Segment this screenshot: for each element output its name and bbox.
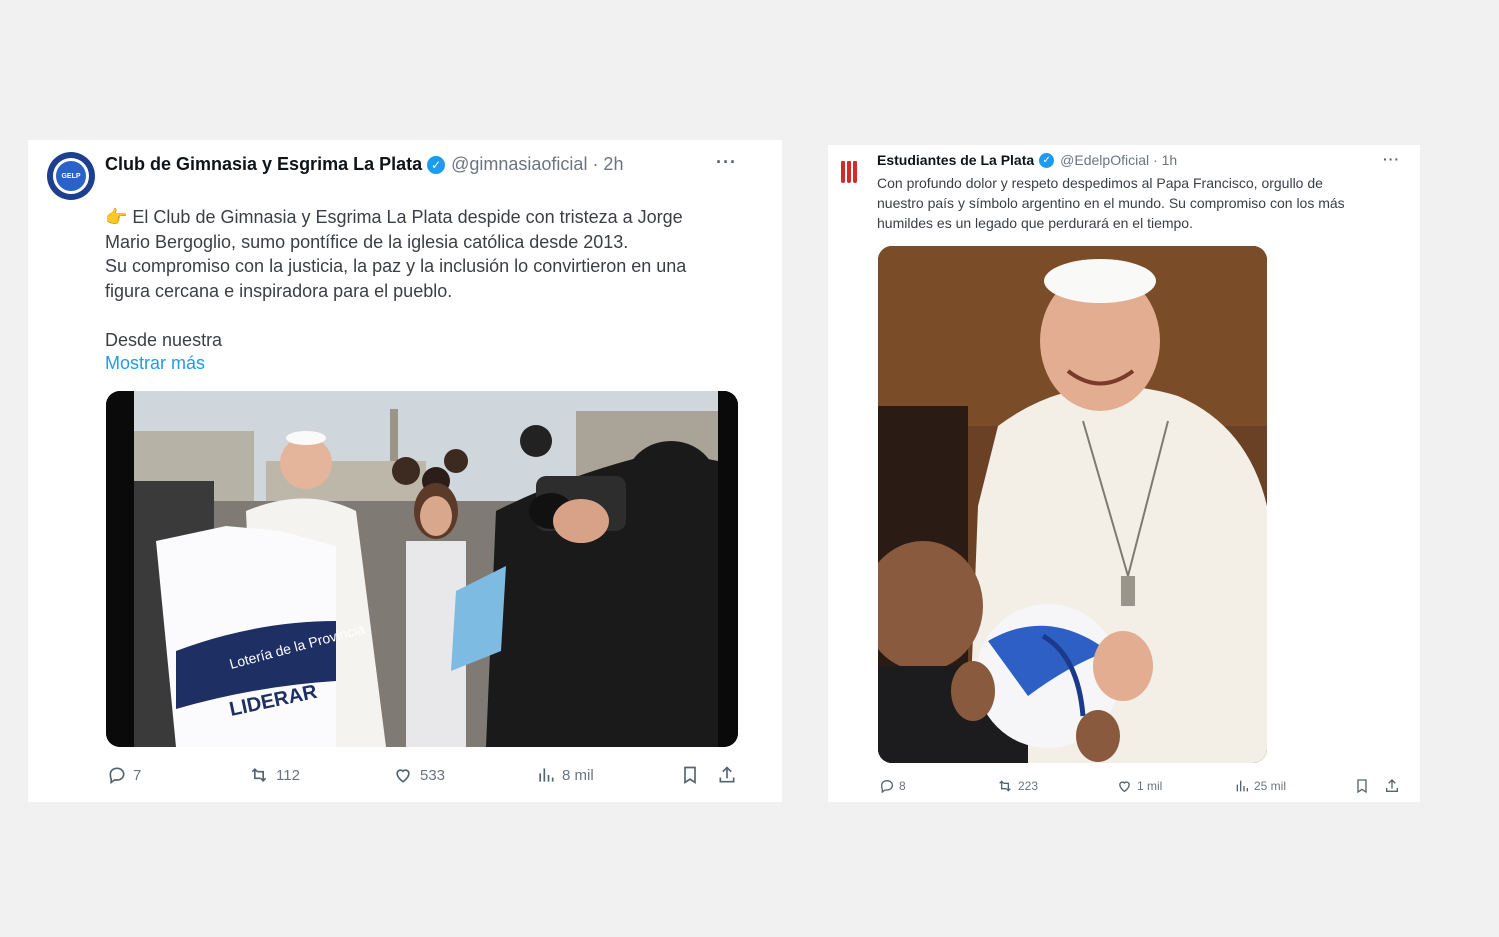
display-name[interactable]: Estudiantes de La Plata	[877, 152, 1034, 168]
verified-badge-icon: ✓	[1039, 152, 1055, 168]
handle[interactable]: @EdelpOficial	[1060, 152, 1149, 168]
bookmark-button[interactable]	[1354, 778, 1370, 794]
views-count: 25 mil	[1254, 779, 1287, 793]
club-avatar[interactable]: GELP	[47, 152, 95, 200]
timestamp[interactable]: · 1h	[1153, 152, 1177, 168]
pointing-hand-icon: 👉	[105, 207, 133, 227]
more-options-icon[interactable]: ···	[1383, 151, 1400, 167]
views-icon	[539, 768, 554, 782]
bookmark-icon	[684, 766, 696, 785]
retweet-count: 223	[1018, 779, 1039, 793]
tweet-text-paragraph-1: 👉 El Club de Gimnasia y Esgrima La Plata…	[105, 180, 683, 255]
tweet-image[interactable]: Lotería de la Provincia LIDERAR	[106, 391, 738, 747]
bookmark-button[interactable]	[680, 765, 700, 785]
reply-icon	[109, 767, 125, 785]
club-logo-stripe	[853, 161, 857, 183]
display-name[interactable]: Club de Gimnasia y Esgrima La Plata	[105, 154, 422, 175]
reply-count: 7	[133, 766, 142, 784]
retweet-button[interactable]: 112	[248, 765, 300, 785]
share-button[interactable]	[717, 765, 737, 785]
tweet-card-estudiantes[interactable]: Estudiantes de La Plata ✓ @EdelpOficial …	[828, 145, 1420, 802]
like-count: 533	[420, 766, 446, 784]
tweet-header: Club de Gimnasia y Esgrima La Plata ✓ @g…	[105, 154, 623, 175]
heart-icon	[1119, 781, 1130, 793]
share-icon	[1386, 779, 1398, 792]
verified-badge-icon: ✓	[427, 155, 446, 174]
like-button[interactable]: 533	[392, 765, 445, 785]
tweet-card-gimnasia[interactable]: GELP Club de Gimnasia y Esgrima La Plata…	[28, 140, 782, 802]
tweet-text-1: El Club de Gimnasia y Esgrima La Plata d…	[105, 207, 683, 252]
like-button[interactable]: 1 mil	[1116, 778, 1162, 794]
tweet-text: Con profundo dolor y respeto despedimos …	[877, 175, 1345, 231]
like-count: 1 mil	[1137, 779, 1163, 793]
club-logo-stripe	[847, 161, 851, 183]
retweet-icon	[999, 780, 1011, 792]
timestamp[interactable]: · 2h	[592, 154, 623, 175]
retweet-count: 112	[276, 766, 300, 784]
share-button[interactable]	[1384, 778, 1400, 794]
club-logo-icon: GELP	[53, 158, 89, 194]
show-more-link[interactable]: Mostrar más	[105, 353, 205, 374]
pope-ball-photo	[878, 246, 1267, 763]
handle[interactable]: @gimnasiaoficial	[451, 154, 587, 175]
retweet-icon	[251, 767, 267, 783]
bookmark-icon	[1357, 779, 1367, 794]
tweet-image[interactable]	[878, 246, 1267, 763]
reply-count: 8	[899, 779, 906, 793]
tweet-header: Estudiantes de La Plata ✓ @EdelpOficial …	[877, 152, 1177, 168]
reply-icon	[880, 779, 894, 794]
views-button[interactable]: 8 mil	[536, 765, 594, 785]
club-logo-icon	[841, 161, 845, 183]
reply-button[interactable]: 7	[107, 765, 141, 785]
views-button[interactable]: 25 mil	[1234, 778, 1286, 794]
retweet-button[interactable]: 223	[996, 778, 1038, 794]
views-count: 8 mil	[562, 766, 594, 784]
tweet-text-paragraph-2: Su compromiso con la justicia, la paz y …	[105, 256, 687, 301]
reply-button[interactable]: 8	[879, 778, 906, 794]
views-icon	[1236, 780, 1248, 792]
club-avatar[interactable]	[838, 157, 860, 183]
heart-icon	[396, 769, 410, 783]
share-icon	[719, 766, 735, 783]
pope-jersey-photo: Lotería de la Provincia LIDERAR	[106, 391, 738, 747]
tweet-text-paragraph-3: Desde nuestra	[105, 330, 223, 350]
more-options-icon[interactable]: ···	[716, 152, 737, 173]
